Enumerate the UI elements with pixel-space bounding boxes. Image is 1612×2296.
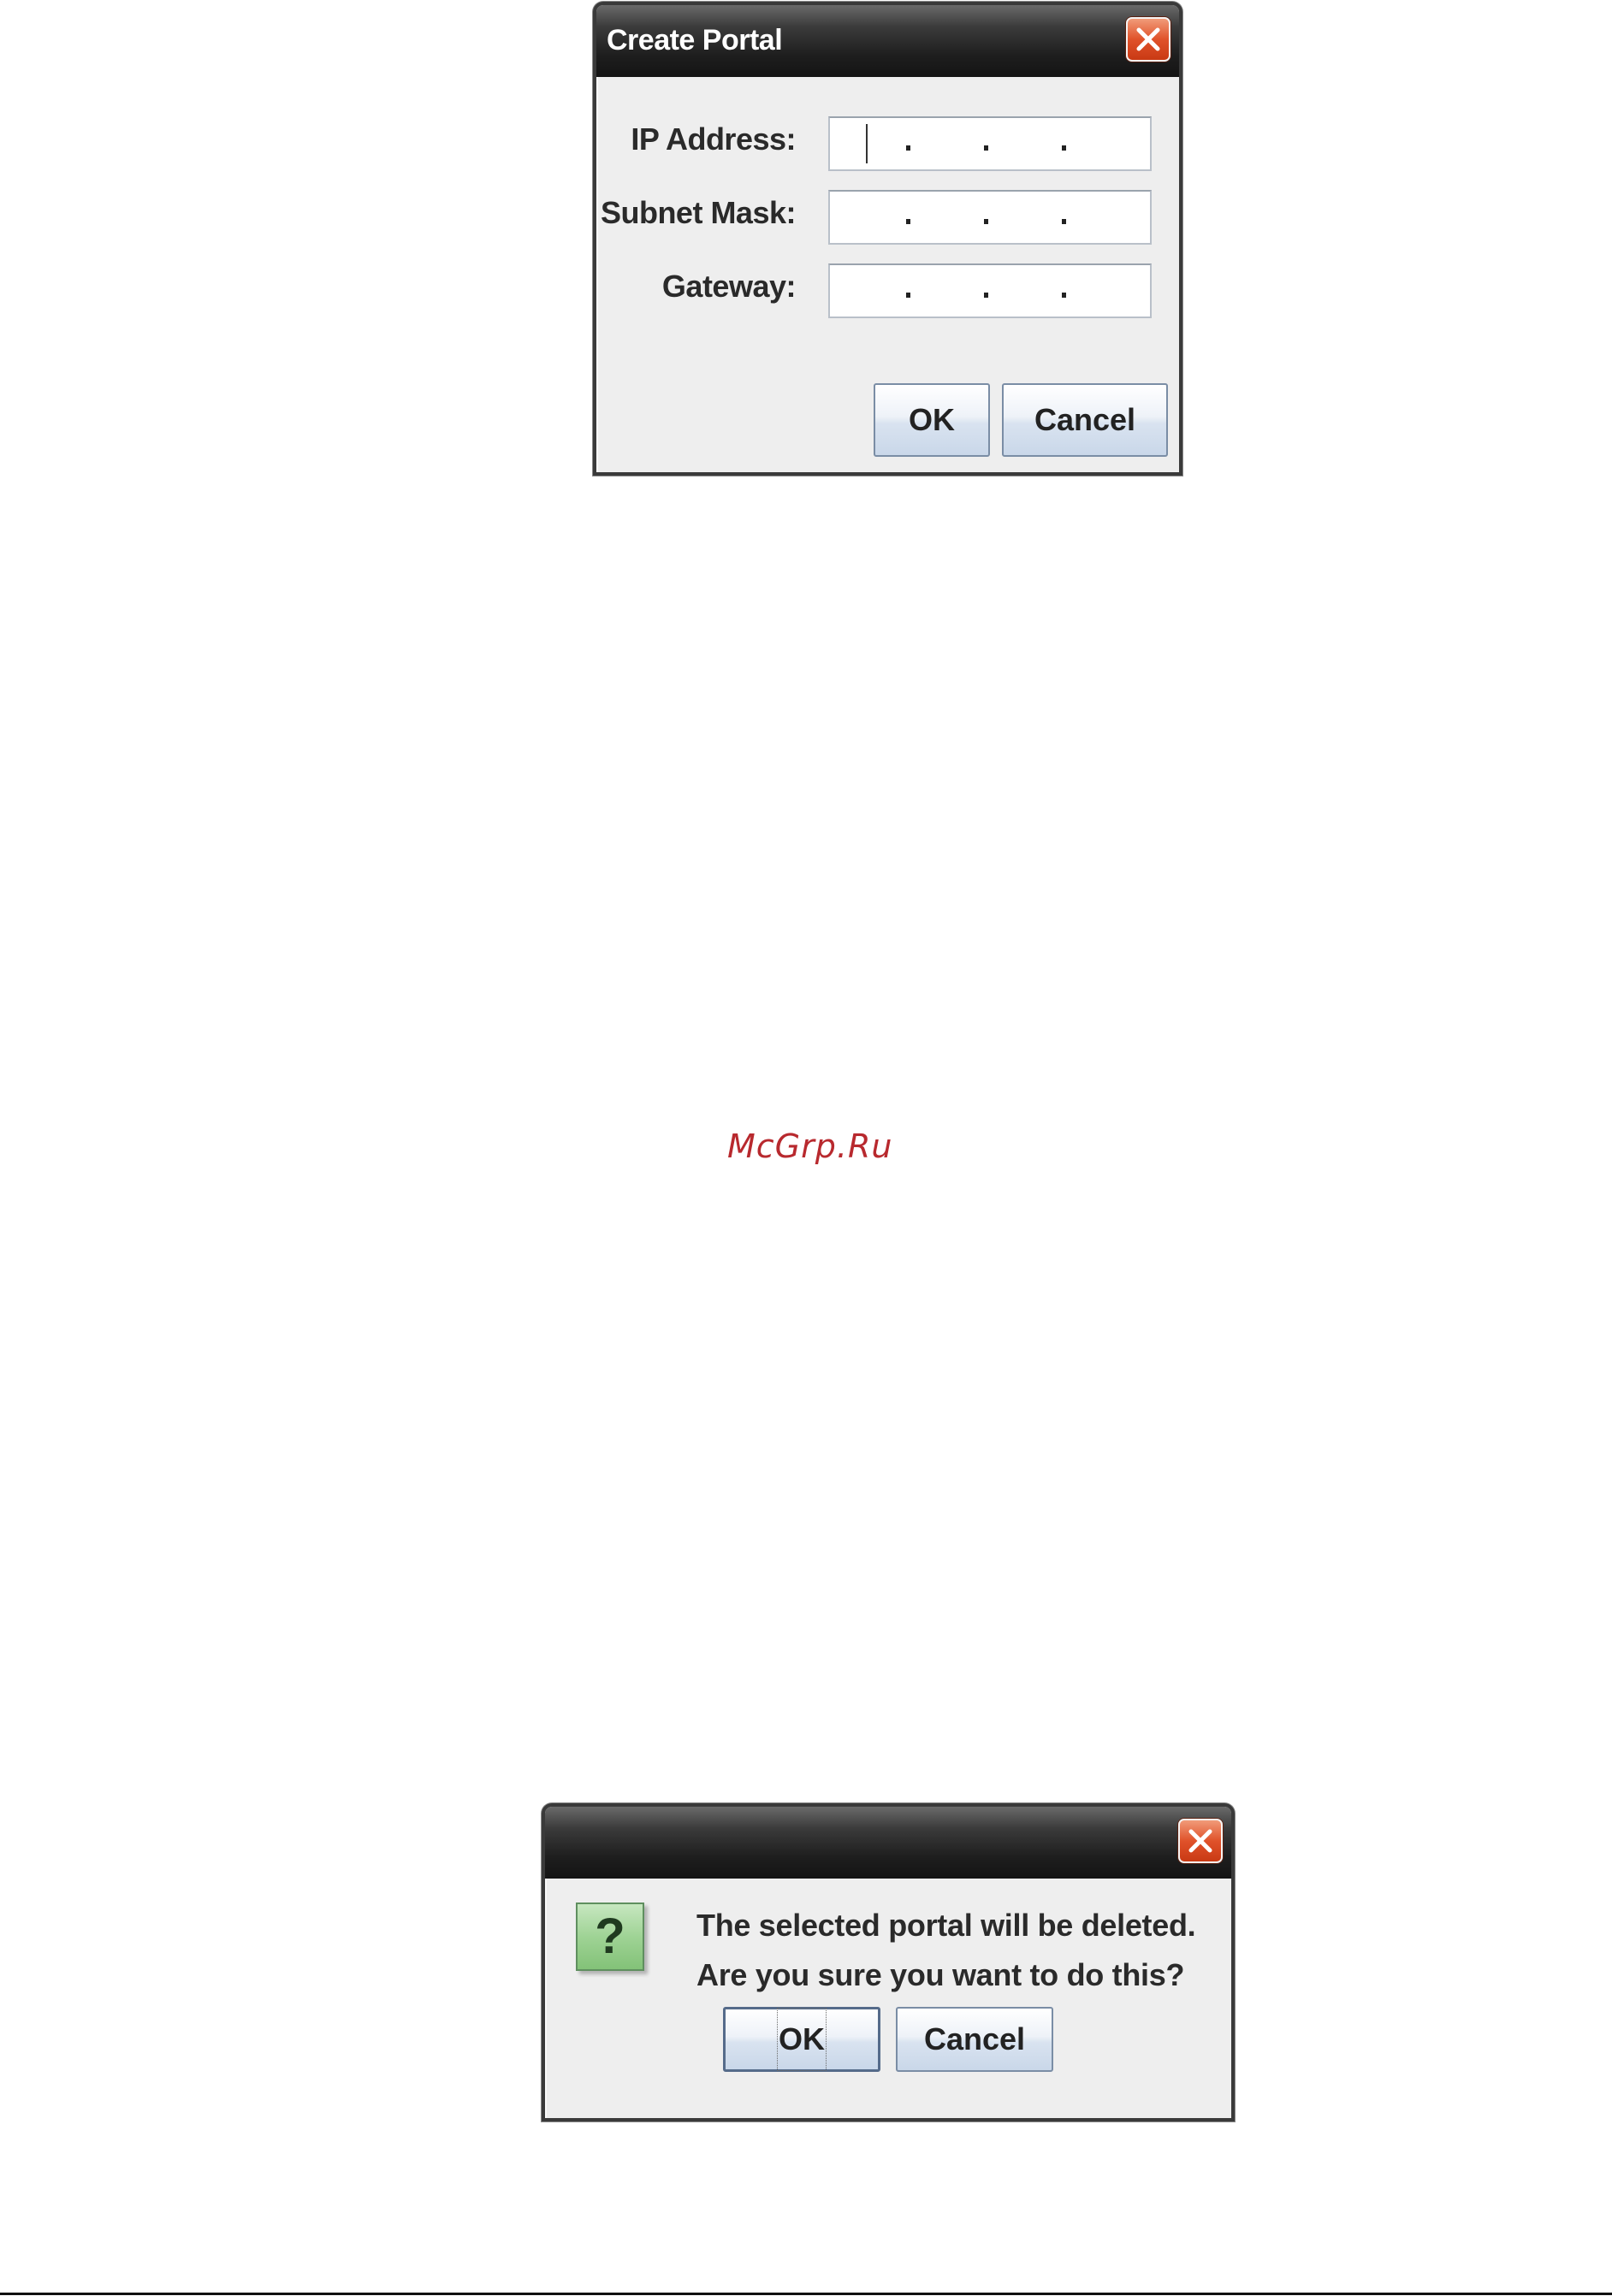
ip-octet-separator: [906, 293, 910, 298]
create-portal-titlebar[interactable]: Create Portal: [596, 5, 1179, 77]
create-portal-dialog: Create Portal IP Address: Subnet Mask: G…: [593, 2, 1182, 476]
watermark: McGrp.Ru: [727, 1127, 893, 1165]
gateway-label: Gateway:: [661, 269, 797, 304]
confirm-message-line-1: The selected portal will be deleted.: [696, 1908, 1196, 1943]
page-footer-rule: [0, 2293, 1612, 2295]
ok-button-label: OK: [777, 2008, 827, 2071]
ip-octet-separator: [984, 145, 988, 151]
ip-octet-separator: [906, 145, 910, 151]
cancel-button[interactable]: Cancel: [896, 2007, 1053, 2072]
ip-octet-separator: [1062, 145, 1066, 151]
confirm-delete-titlebar[interactable]: [545, 1807, 1231, 1879]
ip-octet-separator: [906, 219, 910, 224]
close-button[interactable]: [1126, 17, 1170, 62]
close-button[interactable]: [1178, 1819, 1223, 1863]
subnet-mask-label: Subnet Mask:: [600, 195, 797, 230]
confirm-message-line-2: Are you sure you want to do this?: [696, 1957, 1185, 1992]
cancel-button[interactable]: Cancel: [1002, 383, 1168, 457]
confirm-delete-content: ? The selected portal will be deleted. A…: [545, 1879, 1231, 2118]
ok-button-label: OK: [909, 402, 955, 437]
cancel-button-label: Cancel: [1034, 402, 1136, 437]
ip-octet-separator: [1062, 219, 1066, 224]
subnet-mask-input[interactable]: [828, 190, 1152, 245]
text-caret: [866, 124, 868, 163]
create-portal-content: IP Address: Subnet Mask: Gateway: OK Can…: [596, 77, 1179, 472]
cancel-button-label: Cancel: [923, 2021, 1026, 2056]
close-icon: [1188, 1829, 1212, 1853]
ip-address-input[interactable]: [828, 116, 1152, 171]
gateway-input[interactable]: [828, 263, 1152, 318]
ip-octet-separator: [984, 293, 988, 298]
ip-octet-separator: [984, 219, 988, 224]
close-icon: [1136, 27, 1160, 51]
dialog-title: Create Portal: [607, 24, 783, 56]
question-icon: ?: [576, 1902, 644, 1971]
confirm-delete-dialog: ? The selected portal will be deleted. A…: [542, 1803, 1235, 2121]
ok-button[interactable]: OK: [723, 2007, 880, 2072]
ok-button[interactable]: OK: [874, 383, 990, 457]
ip-octet-separator: [1062, 293, 1066, 298]
ip-address-label: IP Address:: [631, 121, 796, 157]
